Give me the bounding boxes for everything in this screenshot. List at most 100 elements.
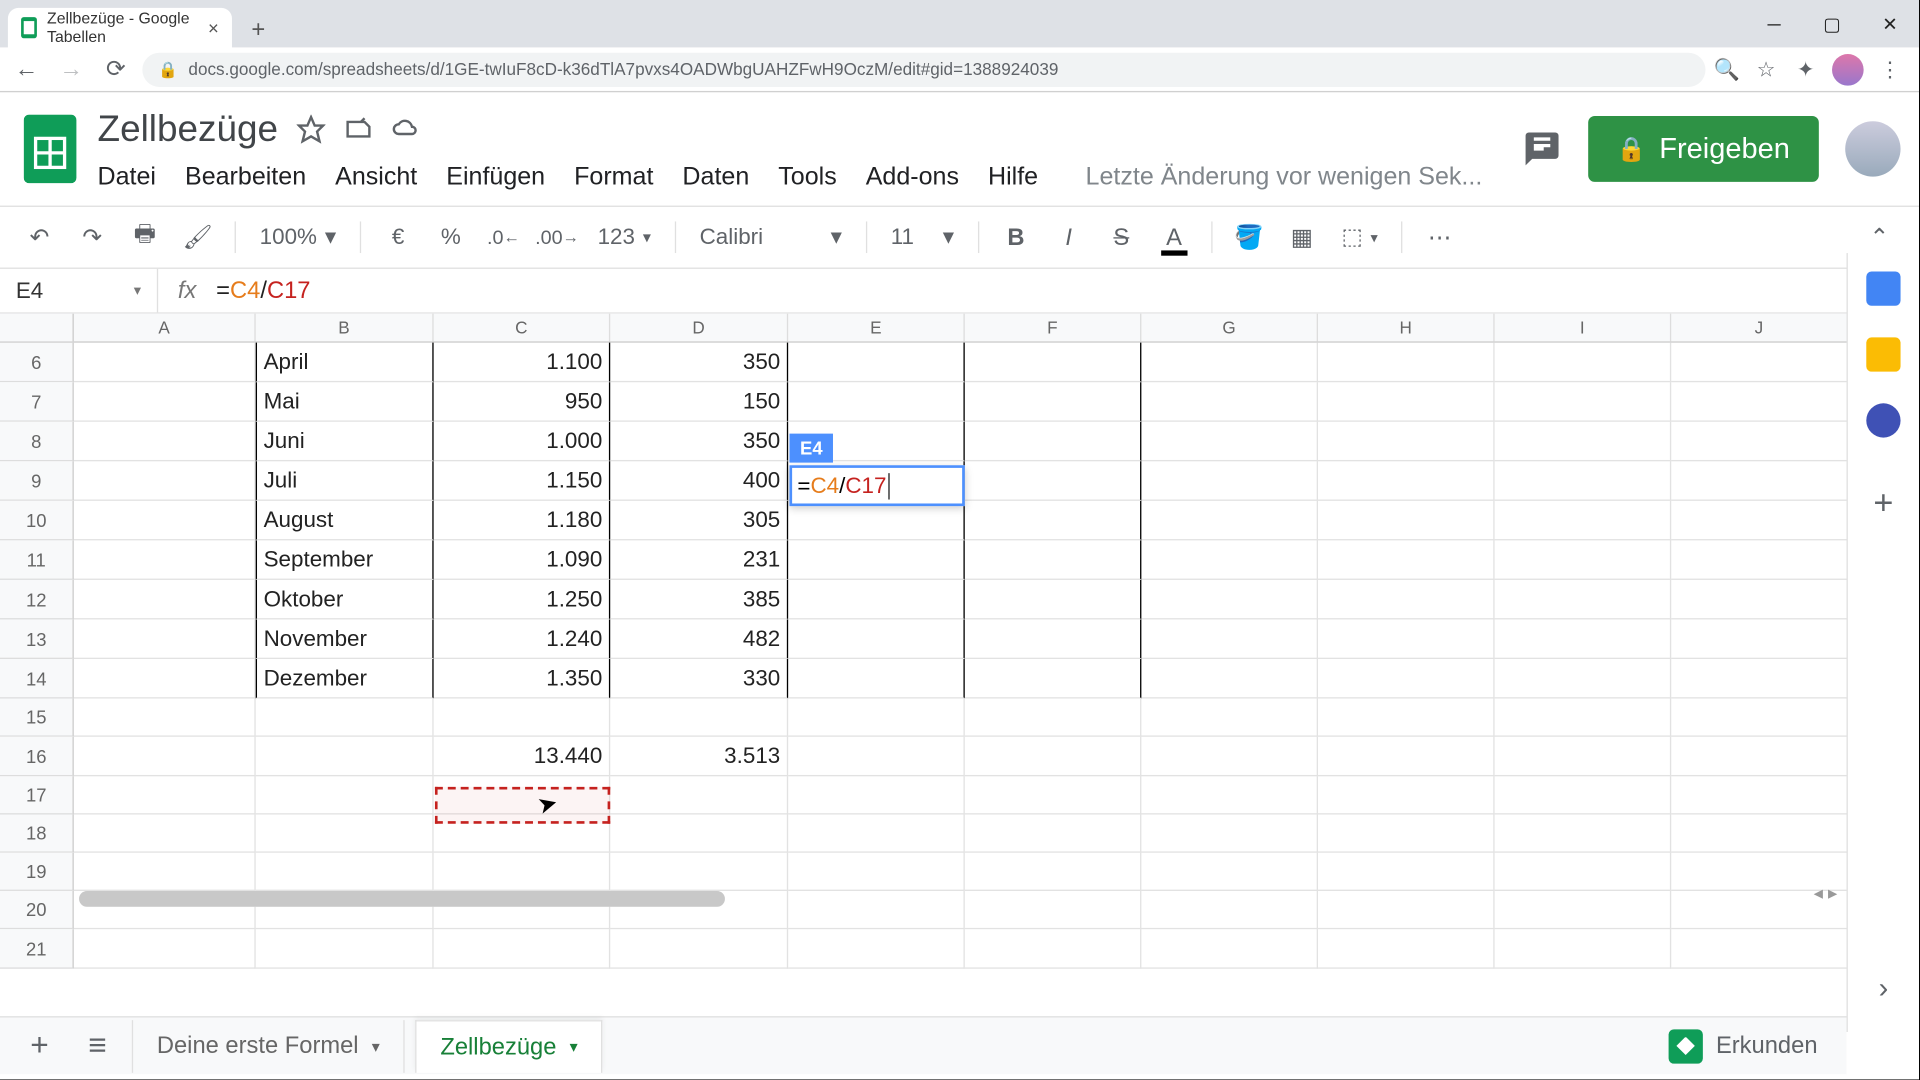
cell[interactable] (1495, 853, 1672, 891)
cell[interactable] (965, 501, 1142, 541)
cell[interactable] (74, 422, 256, 462)
merge-button[interactable]: ⬚▾ (1334, 224, 1386, 250)
horizontal-scrollbar[interactable] (79, 891, 725, 907)
all-sheets-button[interactable]: ≡ (74, 1022, 121, 1069)
cell[interactable] (788, 737, 965, 777)
menu-format[interactable]: Format (574, 163, 653, 192)
cell[interactable] (1318, 422, 1495, 462)
row-header[interactable]: 21 (0, 929, 74, 969)
cell[interactable] (1318, 853, 1495, 891)
col-header-H[interactable]: H (1318, 314, 1495, 342)
cell[interactable] (1318, 737, 1495, 777)
cell[interactable] (965, 776, 1142, 814)
cell[interactable] (1495, 699, 1672, 737)
cell[interactable] (1318, 619, 1495, 659)
cell[interactable]: 13.440 (434, 737, 611, 777)
cell[interactable] (1671, 815, 1848, 853)
cell[interactable] (74, 343, 256, 383)
cell[interactable] (1141, 776, 1318, 814)
cell[interactable] (788, 699, 965, 737)
browser-profile-avatar[interactable] (1832, 53, 1864, 85)
cell[interactable] (1495, 501, 1672, 541)
cell[interactable] (788, 815, 965, 853)
col-header-I[interactable]: I (1495, 314, 1672, 342)
sheets-logo-icon[interactable] (16, 103, 85, 195)
cell[interactable] (74, 540, 256, 580)
col-header-G[interactable]: G (1141, 314, 1318, 342)
cell[interactable] (74, 659, 256, 699)
cell[interactable]: 1.250 (434, 580, 611, 620)
side-panel-toggle[interactable]: › (1879, 971, 1889, 1005)
increase-decimal-button[interactable]: .00→ (535, 216, 579, 258)
star-icon[interactable] (297, 115, 326, 144)
cloud-status-icon[interactable] (391, 115, 420, 144)
share-button[interactable]: 🔒 Freigeben (1588, 116, 1819, 182)
cell[interactable] (1671, 501, 1848, 541)
cell[interactable] (788, 659, 965, 699)
undo-button[interactable]: ↶ (18, 216, 60, 258)
close-icon[interactable]: × (208, 17, 219, 38)
cell[interactable] (788, 343, 965, 383)
cell[interactable]: September (256, 540, 434, 580)
cell[interactable]: 330 (610, 659, 788, 699)
cell[interactable] (610, 699, 788, 737)
cell[interactable] (965, 853, 1142, 891)
row-header[interactable]: 12 (0, 580, 74, 620)
row-header[interactable]: 13 (0, 619, 74, 659)
cell[interactable] (1141, 619, 1318, 659)
move-icon[interactable] (344, 115, 373, 144)
cell[interactable] (1671, 461, 1848, 501)
cell[interactable] (1495, 382, 1672, 422)
cell[interactable] (1495, 580, 1672, 620)
cell[interactable] (74, 461, 256, 501)
cell[interactable] (965, 382, 1142, 422)
back-button[interactable]: ← (8, 51, 45, 88)
cell[interactable]: 1.180 (434, 501, 611, 541)
cell[interactable] (610, 776, 788, 814)
keep-icon[interactable] (1866, 337, 1900, 371)
calendar-icon[interactable] (1866, 272, 1900, 306)
sheet-tab-inactive[interactable]: Deine erste Formel▾ (132, 1019, 405, 1072)
redo-button[interactable]: ↷ (71, 216, 113, 258)
tasks-icon[interactable] (1866, 403, 1900, 437)
row-header[interactable]: 8 (0, 422, 74, 462)
cell[interactable] (1671, 382, 1848, 422)
zoom-icon[interactable]: 🔍 (1713, 56, 1739, 82)
comments-icon[interactable] (1522, 129, 1562, 169)
cell[interactable] (256, 737, 434, 777)
row-header[interactable]: 16 (0, 737, 74, 777)
cell[interactable] (1141, 501, 1318, 541)
text-color-button[interactable]: A (1153, 216, 1195, 258)
row-header[interactable]: 10 (0, 501, 74, 541)
formula-input[interactable]: =C4/C17 (216, 277, 1919, 305)
forward-button[interactable]: → (53, 51, 90, 88)
row-header[interactable]: 18 (0, 815, 74, 853)
cell[interactable] (1141, 929, 1318, 969)
currency-button[interactable]: € (377, 216, 419, 258)
cell[interactable] (74, 619, 256, 659)
cell[interactable]: 1.350 (434, 659, 611, 699)
cell[interactable] (610, 929, 788, 969)
cell[interactable] (965, 929, 1142, 969)
cell[interactable] (74, 737, 256, 777)
cell[interactable] (256, 776, 434, 814)
cell[interactable]: 385 (610, 580, 788, 620)
paint-format-button[interactable]: 🖌 (177, 216, 219, 258)
cell[interactable]: 1.100 (434, 343, 611, 383)
cell[interactable] (1671, 580, 1848, 620)
number-format-select[interactable]: 123▾ (590, 224, 659, 250)
cell[interactable]: 950 (434, 382, 611, 422)
cell[interactable] (74, 501, 256, 541)
row-header[interactable]: 9 (0, 461, 74, 501)
browser-tab[interactable]: Zellbezüge - Google Tabellen × (8, 8, 232, 48)
new-tab-button[interactable]: + (240, 11, 277, 48)
menu-hilfe[interactable]: Hilfe (988, 163, 1038, 192)
cell[interactable]: 1.090 (434, 540, 611, 580)
browser-menu-icon[interactable]: ⋮ (1877, 56, 1903, 82)
col-header-F[interactable]: F (965, 314, 1142, 342)
cell[interactable] (965, 891, 1142, 929)
account-avatar[interactable] (1845, 121, 1900, 176)
row-header[interactable]: 19 (0, 853, 74, 891)
print-button[interactable]: 🖶 (124, 216, 166, 258)
borders-button[interactable]: ▦ (1281, 216, 1323, 258)
